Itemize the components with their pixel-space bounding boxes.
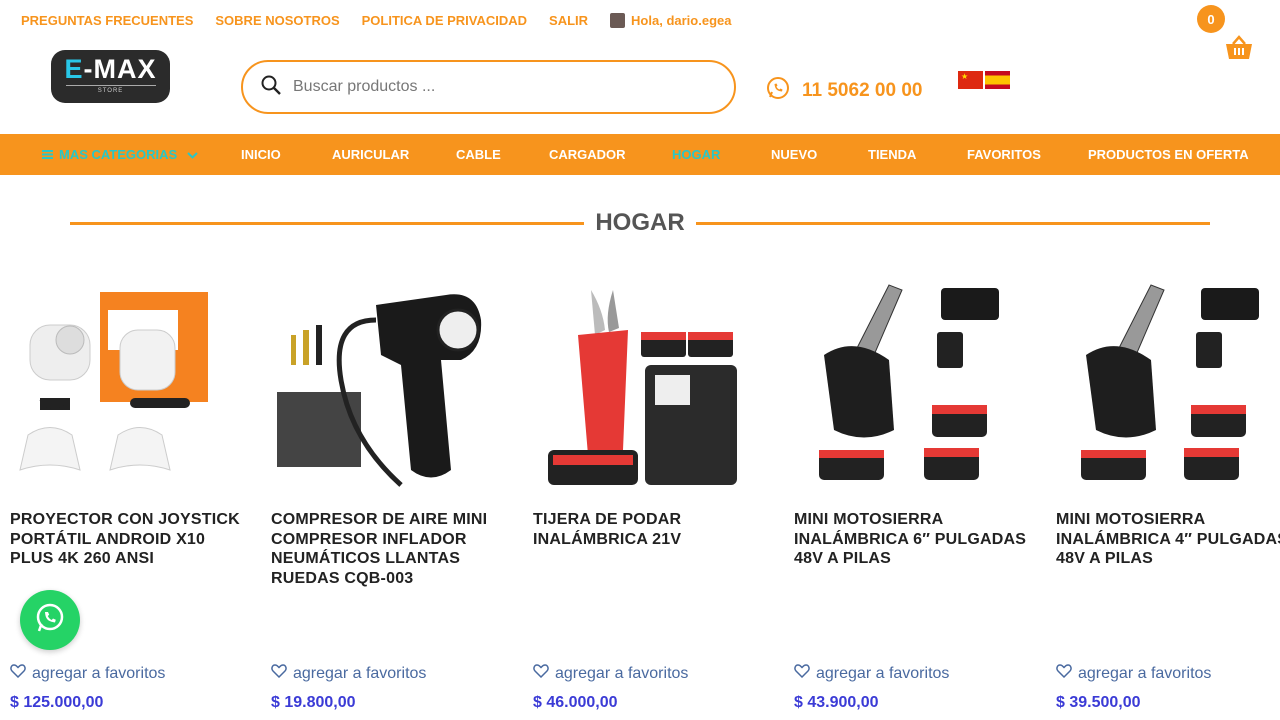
basket-icon[interactable] <box>1224 34 1254 62</box>
heart-icon <box>1056 664 1072 683</box>
product-price: $ 46.000,00 <box>533 694 618 711</box>
add-to-favorites-link[interactable]: agregar a favoritos <box>794 664 949 683</box>
divider <box>70 221 585 225</box>
categories-label: MAS CATEGORIAS <box>59 147 178 162</box>
product-title[interactable]: MINI MOTOSIERRA INALÁMBRICA 4″ PULGADAS … <box>1056 510 1280 569</box>
product-price: $ 125.000,00 <box>10 694 104 711</box>
product-image-projector[interactable] <box>10 280 250 495</box>
product-title[interactable]: TIJERA DE PODAR INALÁMBRICA 21V <box>533 510 773 549</box>
avatar <box>610 13 626 28</box>
nav-inicio[interactable]: INICIO <box>241 134 281 175</box>
top-links: PREGUNTAS FRECUENTES SOBRE NOSOTROS POLI… <box>21 13 731 28</box>
main-nav: MAS CATEGORIAS INICIO AURICULAR CABLE CA… <box>0 134 1280 175</box>
section-title: HOGAR <box>595 209 685 236</box>
phone-contact[interactable]: 11 5062 00 00 <box>766 76 922 106</box>
nav-cable[interactable]: CABLE <box>456 134 501 175</box>
product-price: $ 39.500,00 <box>1056 694 1141 711</box>
product-image-chainsaw[interactable] <box>1056 280 1280 495</box>
search-input[interactable] <box>293 78 693 96</box>
heart-icon <box>10 664 26 683</box>
nav-nuevo[interactable]: NUEVO <box>771 134 817 175</box>
link-preguntas-frecuentes[interactable]: PREGUNTAS FRECUENTES <box>21 13 193 28</box>
store-logo[interactable]: E-MAX STORE <box>51 50 170 103</box>
nav-tienda[interactable]: TIENDA <box>868 134 916 175</box>
nav-cargador[interactable]: CARGADOR <box>549 134 626 175</box>
product-image-chainsaw[interactable] <box>794 280 1034 495</box>
heart-icon <box>271 664 287 683</box>
whatsapp-float-button[interactable] <box>20 590 80 650</box>
product-card: COMPRESOR DE AIRE MINI COMPRESOR INFLADO… <box>271 280 511 711</box>
whatsapp-icon <box>34 602 66 639</box>
categories-dropdown[interactable]: MAS CATEGORIAS <box>42 134 198 175</box>
add-to-favorites-link[interactable]: agregar a favoritos <box>271 664 426 683</box>
add-to-favorites-link[interactable]: agregar a favoritos <box>1056 664 1211 683</box>
product-image-pruner[interactable] <box>533 280 773 495</box>
search-bar <box>241 60 736 114</box>
nav-productos-oferta[interactable]: PRODUCTOS EN OFERTA <box>1088 134 1249 175</box>
favorites-label: agregar a favoritos <box>816 664 950 682</box>
heart-icon <box>533 664 549 683</box>
link-politica-privacidad[interactable]: POLITICA DE PRIVACIDAD <box>362 13 527 28</box>
product-price: $ 19.800,00 <box>271 694 356 711</box>
chevron-down-icon <box>187 134 198 175</box>
phone-number: 11 5062 00 00 <box>802 80 923 101</box>
product-price: $ 43.900,00 <box>794 694 879 711</box>
product-title[interactable]: MINI MOTOSIERRA INALÁMBRICA 6″ PULGADAS … <box>794 510 1034 569</box>
user-account-link[interactable]: Hola, dario.egea <box>610 13 731 28</box>
logo-brand-text: -MAX <box>83 54 157 84</box>
section-header: HOGAR <box>70 208 1210 238</box>
logo-letter-e: E <box>64 54 84 84</box>
language-switcher <box>958 71 1010 89</box>
product-title[interactable]: PROYECTOR CON JOYSTICK PORTÁTIL ANDROID … <box>10 510 250 569</box>
link-salir[interactable]: SALIR <box>549 13 588 28</box>
favorites-label: agregar a favoritos <box>1078 664 1212 682</box>
nav-hogar[interactable]: HOGAR <box>672 134 720 175</box>
product-image-compressor[interactable] <box>271 280 511 495</box>
add-to-favorites-link[interactable]: agregar a favoritos <box>10 664 165 683</box>
product-card: TIJERA DE PODAR INALÁMBRICA 21V agregar … <box>533 280 773 711</box>
add-to-favorites-link[interactable]: agregar a favoritos <box>533 664 688 683</box>
flag-china-icon[interactable] <box>958 71 983 89</box>
whatsapp-icon <box>766 76 790 106</box>
favorites-label: agregar a favoritos <box>32 664 166 682</box>
link-sobre-nosotros[interactable]: SOBRE NOSOTROS <box>215 13 339 28</box>
user-greeting: Hola, dario.egea <box>631 13 732 28</box>
cart-count-badge[interactable]: 0 <box>1197 5 1225 33</box>
product-title[interactable]: COMPRESOR DE AIRE MINI COMPRESOR INFLADO… <box>271 510 511 588</box>
top-bar: PREGUNTAS FRECUENTES SOBRE NOSOTROS POLI… <box>0 0 1280 59</box>
favorites-label: agregar a favoritos <box>555 664 689 682</box>
nav-favoritos[interactable]: FAVORITOS <box>967 134 1041 175</box>
menu-icon <box>42 134 53 175</box>
product-card: MINI MOTOSIERRA INALÁMBRICA 6″ PULGADAS … <box>794 280 1034 711</box>
product-card: MINI MOTOSIERRA INALÁMBRICA 4″ PULGADAS … <box>1056 280 1280 711</box>
heart-icon <box>794 664 810 683</box>
flag-spain-icon[interactable] <box>985 71 1010 89</box>
nav-auricular[interactable]: AURICULAR <box>332 134 409 175</box>
search-icon[interactable] <box>261 75 281 100</box>
logo-subtitle: STORE <box>65 85 156 96</box>
divider <box>695 221 1210 225</box>
product-card: PROYECTOR CON JOYSTICK PORTÁTIL ANDROID … <box>10 280 250 711</box>
favorites-label: agregar a favoritos <box>293 664 427 682</box>
